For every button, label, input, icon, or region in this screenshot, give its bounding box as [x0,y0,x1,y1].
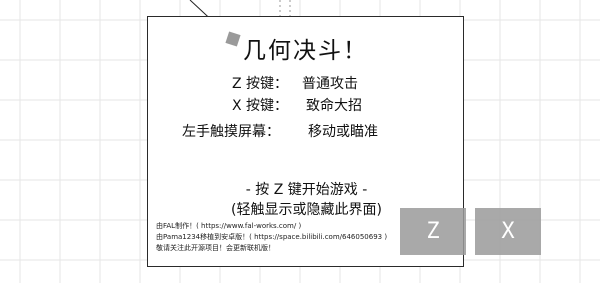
control-row-x: X 按键： 致命大招 [232,95,362,115]
z-attack-button[interactable]: Z [400,208,466,255]
credit-line: 由Pama1234移植到安卓版！( https://space.bilibili… [156,233,388,241]
player-square-icon [225,31,241,47]
control-key: Z 按键： [232,76,289,92]
control-key: X 按键： [232,98,289,114]
start-prompt: - 按 Z 键开始游戏 - [245,182,368,198]
control-action: 致命大招 [306,98,362,114]
credit-line: 由FAL制作！( https://www.fal-works.com/ ) [156,222,302,230]
credit-line: 敬请关注此开源项目！会更新联机版！ [156,244,275,252]
control-action: 普通攻击 [302,76,358,92]
control-action: 移动或瞄准 [308,124,378,140]
game-title: 几何决斗！ [243,38,368,64]
game-stage[interactable]: 几何决斗！ Z 按键： 普通攻击 X 按键： 致命大招 左手触摸屏幕： 移动或瞄准 -… [0,0,600,283]
control-key: 左手触摸屏幕： [182,124,280,140]
control-row-touch: 左手触摸屏幕： 移动或瞄准 [182,121,378,141]
x-ultimate-button[interactable]: X [475,208,541,255]
control-row-z: Z 按键： 普通攻击 [232,73,358,93]
